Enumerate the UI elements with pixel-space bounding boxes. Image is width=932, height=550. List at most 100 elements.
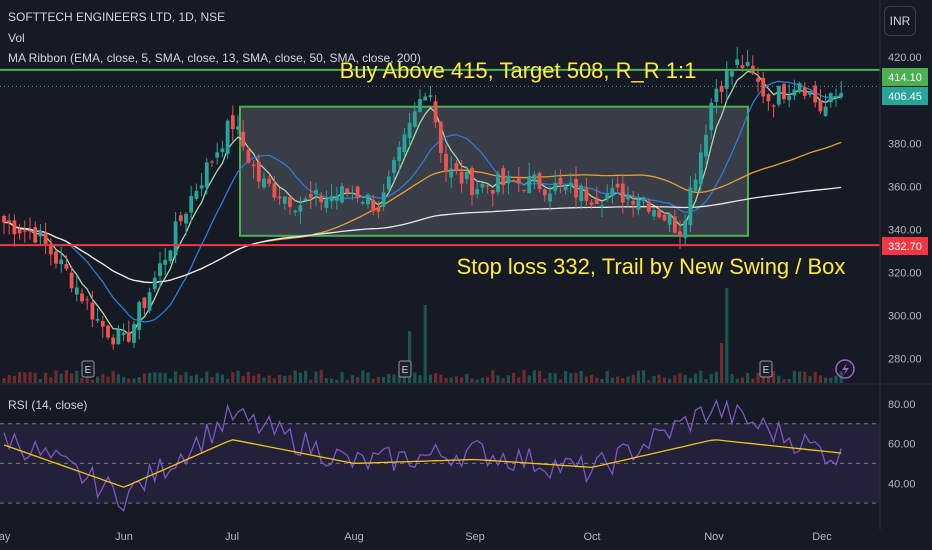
candle-body — [787, 95, 792, 101]
candle-body — [449, 168, 454, 178]
volume-bar — [662, 377, 666, 383]
candle-body — [329, 196, 334, 202]
volume-bar — [813, 372, 817, 383]
volume-bar — [2, 378, 6, 383]
price-tick-label: 360.00 — [888, 181, 922, 193]
volume-bar — [59, 373, 63, 383]
candle-body — [563, 185, 568, 191]
volume-bar — [215, 372, 219, 383]
volume-bar — [392, 374, 396, 383]
candle-body — [766, 94, 771, 102]
rsi-tick-label: 40.00 — [888, 478, 916, 490]
candle-body — [558, 177, 563, 185]
volume-bar — [605, 371, 609, 383]
candle-body — [69, 272, 74, 289]
volume-bar — [735, 378, 739, 383]
volume-bar — [376, 376, 380, 383]
candle-body — [38, 231, 43, 237]
candle-body — [464, 171, 469, 179]
candle-body — [823, 106, 828, 116]
candle-body — [667, 214, 672, 225]
candle-body — [314, 189, 318, 195]
candle-body — [126, 332, 131, 342]
chart-canvas[interactable]: 280.00300.00320.00340.00360.00380.00400.… — [0, 0, 932, 550]
candle — [85, 296, 90, 310]
candle — [158, 251, 162, 289]
volume-bar — [28, 372, 32, 383]
volume-bar — [558, 379, 562, 383]
volume-bar — [371, 379, 375, 383]
candle-body — [121, 332, 126, 336]
candle-body — [277, 196, 282, 199]
candle-body — [423, 96, 428, 101]
candle-body — [132, 323, 136, 343]
volume-bar — [122, 377, 126, 383]
candle — [761, 71, 766, 104]
earnings-marker: E — [759, 360, 773, 378]
volume-bar — [361, 370, 365, 383]
volume-bar — [798, 371, 802, 383]
candle-body — [470, 168, 474, 196]
volume-bar — [158, 372, 162, 383]
candle-body — [636, 199, 641, 210]
volume-bar — [824, 377, 828, 383]
time-tick-label: Aug — [344, 531, 364, 543]
candle — [750, 55, 755, 76]
candle — [719, 80, 724, 104]
candle-body — [433, 101, 438, 123]
candle — [787, 84, 792, 108]
volume-bar — [402, 377, 406, 383]
candle-body — [350, 192, 355, 194]
candle-body — [626, 195, 630, 200]
volume-bar — [44, 372, 48, 383]
candle — [782, 82, 786, 104]
candle-body — [589, 202, 594, 205]
candle-body — [714, 88, 719, 102]
volume-bar — [714, 371, 718, 383]
candle-body — [2, 215, 6, 223]
volume-bar — [610, 377, 614, 383]
volume-bar — [236, 370, 240, 383]
candle — [828, 92, 833, 108]
candle — [792, 79, 797, 101]
candle — [22, 220, 27, 243]
volume-bar — [434, 373, 438, 383]
candle — [178, 211, 183, 226]
candle — [766, 92, 771, 111]
candle-body — [631, 200, 636, 205]
volume-bar — [205, 371, 209, 383]
volume-bar — [501, 378, 505, 383]
candle-body — [480, 183, 485, 188]
candle — [163, 247, 168, 276]
candle-body — [152, 277, 157, 290]
candle-body — [584, 188, 589, 201]
volume-bar — [267, 375, 271, 383]
volume-bar — [38, 379, 42, 383]
rsi-legend: RSI (14, close) — [8, 398, 88, 412]
candle — [168, 249, 173, 264]
volume-bar — [54, 370, 58, 383]
time-tick-label: Sep — [465, 531, 485, 543]
candle — [173, 211, 178, 263]
candle-body — [527, 175, 532, 194]
volume-bar — [657, 374, 661, 383]
candle-body — [272, 183, 277, 198]
volume-bar — [418, 375, 422, 383]
symbol-title: SOFTTECH ENGINEERS LTD, 1D, NSE — [8, 10, 226, 24]
candle-body — [22, 230, 27, 232]
volume-bar — [642, 370, 646, 383]
volume-bar — [33, 373, 37, 383]
candle — [771, 103, 776, 118]
candle-body — [355, 186, 360, 199]
candle-body — [80, 293, 84, 302]
candle — [38, 223, 43, 245]
volume-bar — [350, 375, 354, 383]
currency-button[interactable]: INR — [884, 6, 916, 36]
candle-body — [137, 302, 142, 330]
annotation-stop: Stop loss 332, Trail by New Swing / Box — [457, 254, 846, 279]
volume-bar — [496, 375, 500, 383]
volume-bar — [626, 376, 630, 383]
volume-bar — [226, 379, 230, 383]
candle — [839, 81, 844, 100]
candle — [147, 287, 152, 314]
